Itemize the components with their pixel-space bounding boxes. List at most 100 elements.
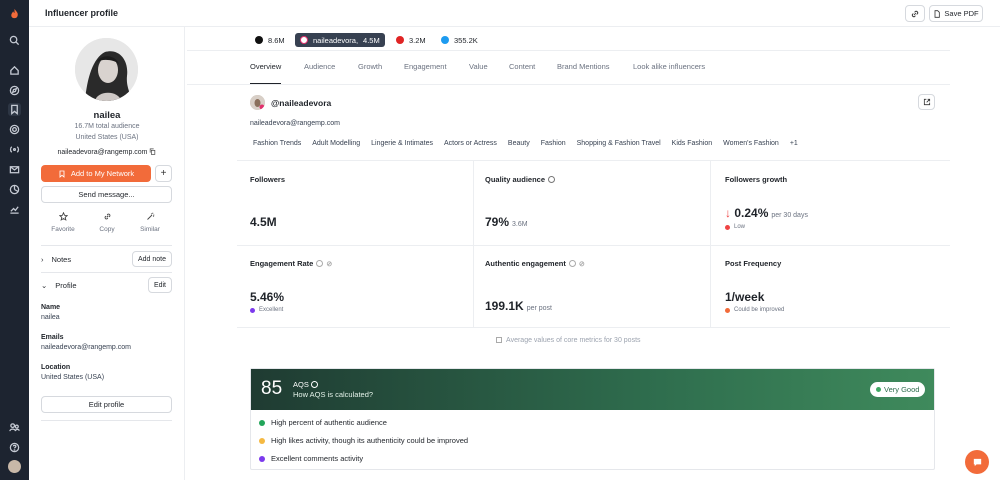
account-email: naileadevora@rangemp.com xyxy=(250,120,340,127)
quality-audience-card: Quality audience 79% 3.6M xyxy=(473,161,710,245)
bookmark-icon[interactable] xyxy=(8,103,21,116)
analytics-icon[interactable] xyxy=(8,183,21,196)
divider xyxy=(41,420,172,421)
link-icon xyxy=(911,10,919,17)
tab-value[interactable]: Value xyxy=(469,62,488,84)
tab-audience[interactable]: Audience xyxy=(304,62,335,84)
tag[interactable]: Adult Modelling xyxy=(312,140,360,147)
tiktok-icon xyxy=(255,36,263,44)
add-list-button[interactable]: + xyxy=(155,165,172,182)
broadcast-icon[interactable] xyxy=(8,143,21,156)
info-icon[interactable] xyxy=(568,260,576,267)
profile-section[interactable]: ⌄ Profile Edit xyxy=(41,277,172,294)
followers-title: Followers xyxy=(250,175,286,184)
divider xyxy=(41,245,172,246)
send-message-button[interactable]: Send message... xyxy=(41,186,172,203)
tab-growth[interactable]: Growth xyxy=(358,62,382,84)
discover-icon[interactable] xyxy=(8,84,21,97)
save-pdf-button[interactable]: Save PDF xyxy=(929,5,983,22)
edit-button[interactable]: Edit xyxy=(147,277,172,293)
divider xyxy=(187,50,950,51)
account-handle[interactable]: @naileadevora xyxy=(271,98,331,108)
pf-title: Post Frequency xyxy=(725,259,782,268)
help-icon[interactable] xyxy=(8,441,21,454)
post-frequency-card: Post Frequency 1/week Could be improved xyxy=(710,245,947,329)
tag[interactable]: Actors or Actress xyxy=(444,140,497,147)
metrics-grid: Followers 4.5M Quality audience 79% 3.6M … xyxy=(237,160,950,329)
tag[interactable]: Kids Fashion xyxy=(672,140,712,147)
top-bar: Influencer profile xyxy=(29,0,1000,27)
similar-action[interactable]: Similar xyxy=(130,212,170,233)
add-note-button[interactable]: Add note xyxy=(131,251,172,267)
pf-status: Could be improved xyxy=(734,307,785,313)
social-instagram[interactable]: naileadevora, 4.5M xyxy=(295,33,385,47)
tag[interactable]: Beauty xyxy=(508,140,530,147)
pf-value: 1/week xyxy=(725,290,765,304)
tab-engagement[interactable]: Engagement xyxy=(404,62,447,84)
add-to-network-button[interactable]: Add to My Network xyxy=(41,165,151,182)
social-twitter[interactable]: 355.2K xyxy=(441,33,478,47)
mail-icon[interactable] xyxy=(8,163,21,176)
aqs-item-text: High percent of authentic audience xyxy=(271,418,387,427)
youtube-count: 3.2M xyxy=(409,35,426,45)
bookmark-icon xyxy=(59,170,65,178)
growth-status: Low xyxy=(734,224,746,230)
tab-lookalike[interactable]: Look alike influencers xyxy=(633,62,705,84)
info-square-icon xyxy=(496,337,503,343)
name-field-value: nailea xyxy=(41,314,60,321)
aqs-card: 85 AQS How AQS is calculated? Very Good … xyxy=(250,368,935,470)
aqs-item-text: High likes activity, though its authenti… xyxy=(271,436,469,445)
tag[interactable]: Shopping & Fashion Travel xyxy=(577,140,661,147)
copy-link-button[interactable] xyxy=(905,5,925,22)
aqs-header: 85 AQS How AQS is calculated? Very Good xyxy=(251,369,934,410)
category-tags: Fashion Trends Adult Modelling Lingerie … xyxy=(253,140,798,147)
social-tiktok[interactable]: 8.6M xyxy=(255,33,285,47)
quality-sub: 3.6M xyxy=(512,221,528,228)
average-note-text: Average values of core metrics for 30 po… xyxy=(506,337,641,344)
tab-content[interactable]: Content xyxy=(509,62,535,84)
trend-icon[interactable] xyxy=(8,203,21,216)
hide-icon[interactable]: ⊘ xyxy=(326,260,332,268)
name-field-label: Name xyxy=(41,304,61,311)
tab-brand-mentions[interactable]: Brand Mentions xyxy=(557,62,610,84)
similar-label: Similar xyxy=(140,226,160,233)
info-icon[interactable] xyxy=(316,260,324,267)
tag[interactable]: Fashion Trends xyxy=(253,140,301,147)
search-icon[interactable] xyxy=(8,34,21,47)
info-icon[interactable] xyxy=(548,176,556,183)
chat-icon xyxy=(973,458,981,466)
more-tags[interactable]: +1 xyxy=(790,140,798,147)
notes-section[interactable]: › Notes Add note xyxy=(41,251,172,268)
chat-button[interactable] xyxy=(965,450,989,474)
favorite-action[interactable]: Favorite xyxy=(43,212,83,233)
chevron-right-icon: › xyxy=(41,255,44,264)
location-field-label: Location xyxy=(41,364,71,371)
notes-label: Notes xyxy=(51,255,72,264)
tag[interactable]: Fashion xyxy=(541,140,566,147)
tag[interactable]: Women's Fashion xyxy=(723,140,779,147)
arrow-down-icon: ↓ xyxy=(725,206,731,220)
social-youtube[interactable]: 3.2M xyxy=(396,33,426,47)
status-dot xyxy=(876,387,881,392)
instagram-count: 4.5M xyxy=(363,35,380,45)
target-icon[interactable] xyxy=(8,123,21,136)
aqs-badge: Very Good xyxy=(870,382,926,397)
copy-icon[interactable] xyxy=(149,148,156,155)
open-external-button[interactable] xyxy=(918,94,935,110)
hide-icon[interactable]: ⊘ xyxy=(579,260,585,268)
favorite-label: Favorite xyxy=(51,226,75,233)
copy-action[interactable]: Copy xyxy=(87,212,127,233)
info-icon[interactable] xyxy=(310,381,318,388)
aqs-how-link[interactable]: How AQS is calculated? xyxy=(293,390,373,399)
er-status: Excellent xyxy=(259,307,284,313)
user-avatar[interactable] xyxy=(8,460,21,473)
edit-profile-button[interactable]: Edit profile xyxy=(41,396,172,413)
logo-icon[interactable] xyxy=(8,7,21,20)
tab-overview[interactable]: Overview xyxy=(250,62,282,84)
team-icon[interactable] xyxy=(8,421,21,434)
tag[interactable]: Lingerie & Intimates xyxy=(371,140,433,147)
home-icon[interactable] xyxy=(8,64,21,77)
twitter-count: 355.2K xyxy=(454,35,478,45)
followers-growth-card: Followers growth ↓ 0.24% per 30 days Low xyxy=(710,161,947,245)
aqs-label: AQS xyxy=(293,380,309,389)
